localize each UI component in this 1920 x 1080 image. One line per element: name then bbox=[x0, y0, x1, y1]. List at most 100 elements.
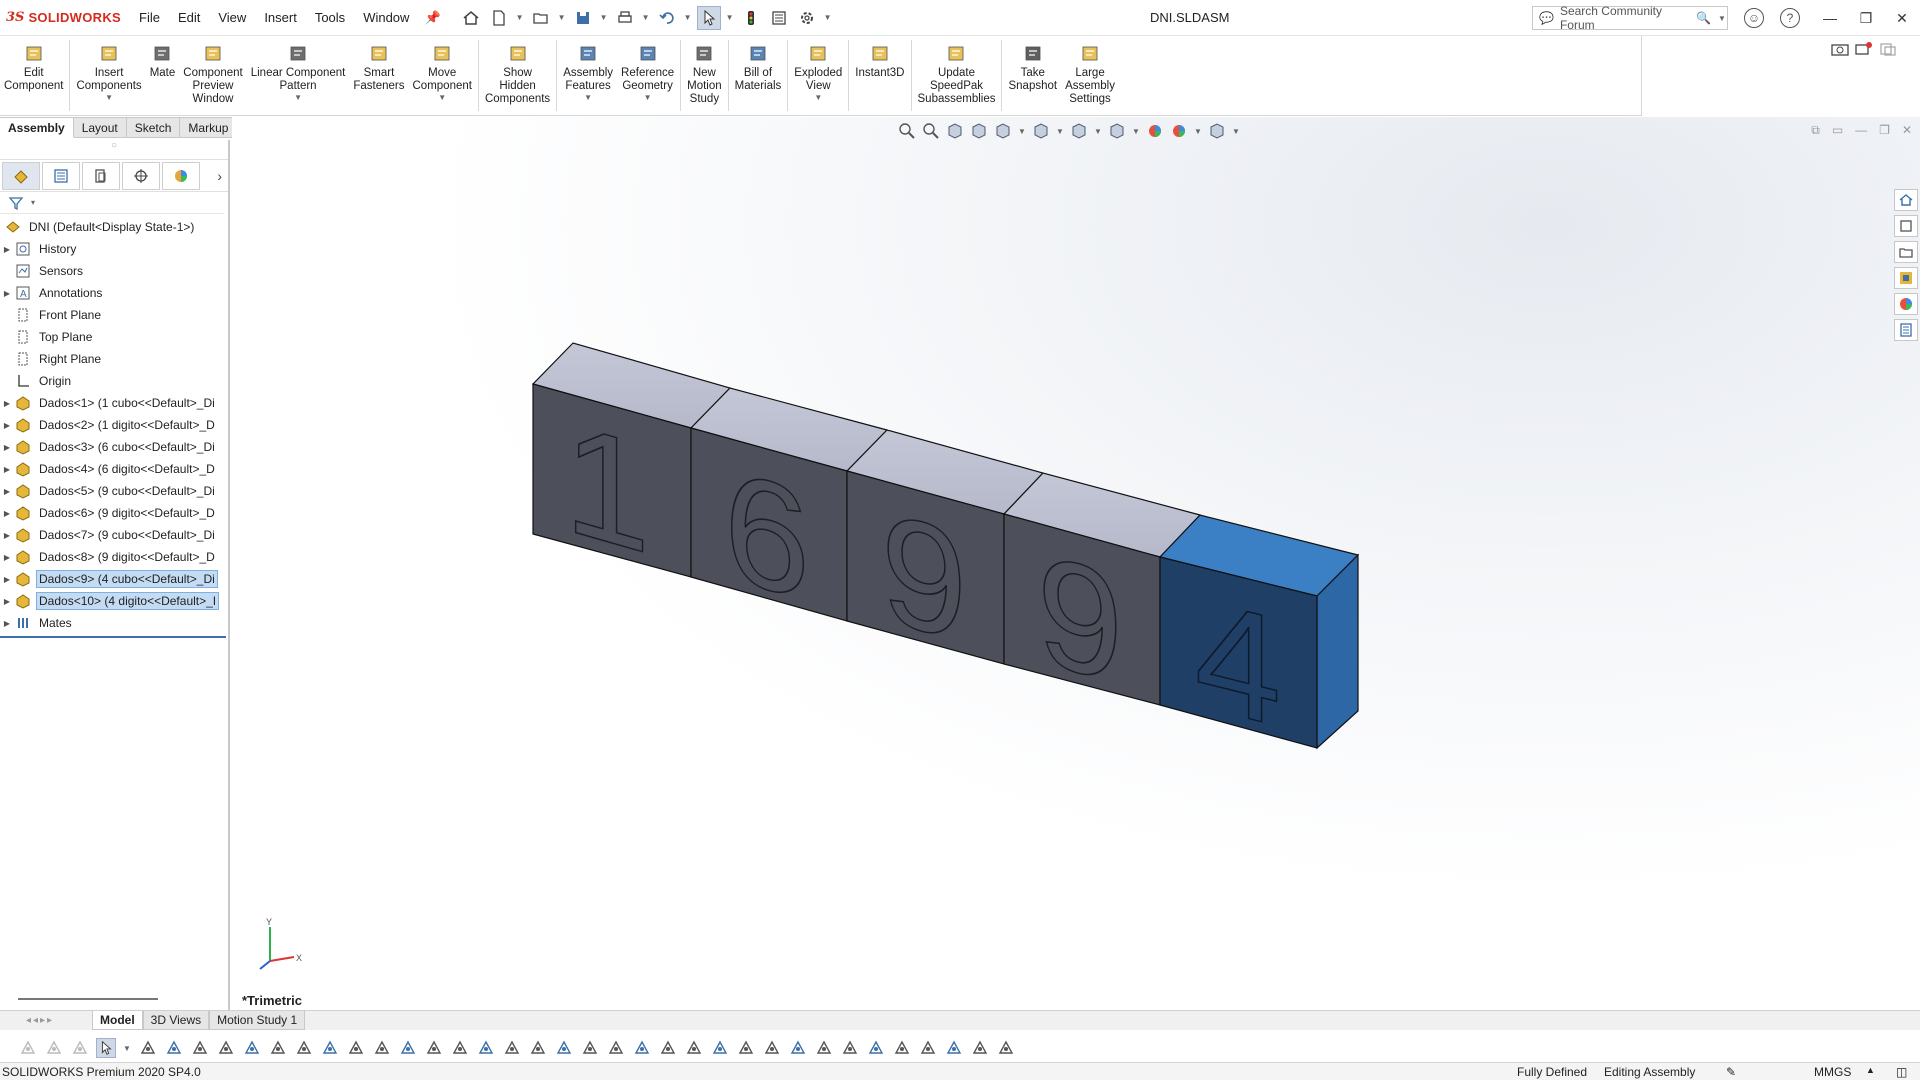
line-icon[interactable] bbox=[190, 1038, 210, 1058]
tree-item-front-plane[interactable]: Front Plane bbox=[0, 304, 228, 326]
text-icon[interactable] bbox=[762, 1038, 782, 1058]
cmd-insert-components-button[interactable]: Insert Components ▼ bbox=[72, 36, 145, 115]
rebuild-traffic-light-icon[interactable] bbox=[739, 6, 763, 30]
save-icon[interactable] bbox=[571, 6, 595, 30]
tree-item-dados-7-9-cubo-default-di[interactable]: ▶ Dados<7> (9 cubo<<Default>_Di bbox=[0, 524, 228, 546]
horizontal-scrollbar[interactable] bbox=[18, 998, 158, 1000]
filter-edges-icon[interactable] bbox=[44, 1038, 64, 1058]
expand-arrow-icon[interactable]: ▶ bbox=[0, 465, 14, 474]
smart-dimension-icon[interactable] bbox=[788, 1038, 808, 1058]
tree-item-dados-6-9-digito-default-d[interactable]: ▶ Dados<6> (9 digito<<Default>_D bbox=[0, 502, 228, 524]
expand-arrow-icon[interactable]: ▶ bbox=[0, 289, 14, 298]
cmd-dropdown-icon[interactable]: ▼ bbox=[294, 93, 302, 103]
cmd-dropdown-icon[interactable]: ▼ bbox=[814, 93, 822, 103]
pattern-icon[interactable] bbox=[398, 1038, 418, 1058]
tab-markup[interactable]: Markup bbox=[180, 117, 238, 138]
expand-arrow-icon[interactable]: ▶ bbox=[0, 597, 14, 606]
graphics-area[interactable]: ▼ ▼ ▼ ▼ ▼ ▼ ⧉ ▭ — ❐ ✕ 1 6 9 9 4 Y X *Tri… bbox=[232, 117, 1920, 1010]
revolve-icon[interactable] bbox=[294, 1038, 314, 1058]
select-pointer-icon[interactable] bbox=[96, 1038, 116, 1058]
expand-arrow-icon[interactable]: ▶ bbox=[0, 421, 14, 430]
property-manager-tab-icon[interactable] bbox=[42, 161, 80, 190]
menu-view[interactable]: View bbox=[209, 0, 255, 36]
cmd-bom-button[interactable]: Bill of Materials bbox=[731, 36, 786, 115]
smart-select-icon[interactable] bbox=[138, 1038, 158, 1058]
tree-item-sensors[interactable]: Sensors bbox=[0, 260, 228, 282]
select-dropdown-icon[interactable]: ▼ bbox=[122, 1044, 132, 1053]
tab-scroll-arrows-icon[interactable]: ◂◂▸▸ bbox=[0, 1015, 92, 1026]
help-icon[interactable]: ? bbox=[1780, 8, 1800, 28]
cmd-exploded-view-button[interactable]: Exploded View ▼ bbox=[790, 36, 846, 115]
tree-item-dados-10-4-digito-default-i[interactable]: ▶ Dados<10> (4 digito<<Default>_I bbox=[0, 590, 228, 612]
chamfer-icon[interactable] bbox=[424, 1038, 444, 1058]
plane-tool-icon[interactable] bbox=[242, 1038, 262, 1058]
search-dropdown-icon[interactable]: ▼ bbox=[1717, 14, 1727, 23]
cmd-mate-button[interactable]: Mate bbox=[146, 36, 180, 115]
collaboration-icon[interactable] bbox=[1878, 40, 1898, 58]
slot-icon[interactable] bbox=[892, 1038, 912, 1058]
open-dropdown-icon[interactable]: ▼ bbox=[557, 13, 567, 22]
filter-dropdown-icon[interactable]: ▾ bbox=[28, 198, 38, 207]
expand-arrow-icon[interactable]: ▶ bbox=[0, 487, 14, 496]
sweep-icon[interactable] bbox=[320, 1038, 340, 1058]
restore-icon[interactable]: ❐ bbox=[1848, 10, 1884, 27]
status-info-icon[interactable]: ◫ bbox=[1896, 1065, 1907, 1079]
point-icon[interactable] bbox=[164, 1038, 184, 1058]
snap-icon[interactable] bbox=[996, 1038, 1016, 1058]
tree-item-dados-1-1-cubo-default-di[interactable]: ▶ Dados<1> (1 cubo<<Default>_Di bbox=[0, 392, 228, 414]
file-properties-icon[interactable] bbox=[767, 6, 791, 30]
cmd-speedpak-button[interactable]: Update SpeedPak Subassemblies bbox=[914, 36, 1000, 115]
undo-icon[interactable] bbox=[655, 6, 679, 30]
search-icon[interactable]: 🔍 bbox=[1696, 11, 1711, 25]
tree-filter[interactable]: ▾ bbox=[0, 192, 224, 214]
cmd-dropdown-icon[interactable]: ▼ bbox=[644, 93, 652, 103]
new-document-icon[interactable] bbox=[487, 6, 511, 30]
expand-arrow-icon[interactable]: ▶ bbox=[0, 399, 14, 408]
camera-icon[interactable] bbox=[1830, 40, 1850, 58]
cmd-dropdown-icon[interactable]: ▼ bbox=[438, 93, 446, 103]
view-palette-icon[interactable] bbox=[1894, 267, 1918, 289]
expand-arrow-icon[interactable]: ▶ bbox=[0, 619, 14, 628]
menu-file[interactable]: File bbox=[130, 0, 169, 36]
scale-icon[interactable] bbox=[606, 1038, 626, 1058]
cmd-snapshot-button[interactable]: Take Snapshot bbox=[1004, 36, 1061, 115]
section-icon[interactable] bbox=[710, 1038, 730, 1058]
cmd-edit-component-button[interactable]: Edit Component bbox=[0, 36, 67, 115]
options-dropdown-icon[interactable]: ▼ bbox=[823, 13, 833, 22]
cube-5-selected[interactable]: 4 bbox=[1158, 514, 1360, 761]
more-tabs-chevron-icon[interactable]: › bbox=[217, 168, 222, 184]
minimize-icon[interactable]: — bbox=[1812, 10, 1848, 26]
units-dropdown-icon[interactable]: ▲ bbox=[1866, 1065, 1875, 1075]
fillet-icon[interactable] bbox=[372, 1038, 392, 1058]
options-gear-icon[interactable] bbox=[795, 6, 819, 30]
cmd-dropdown-icon[interactable]: ▼ bbox=[584, 93, 592, 103]
tree-item-dados-5-9-cubo-default-di[interactable]: ▶ Dados<5> (9 cubo<<Default>_Di bbox=[0, 480, 228, 502]
print-dropdown-icon[interactable]: ▼ bbox=[641, 13, 651, 22]
tab-motion-study-1[interactable]: Motion Study 1 bbox=[209, 1011, 306, 1030]
design-library-icon[interactable] bbox=[1894, 215, 1918, 237]
cmd-motion-study-button[interactable]: New Motion Study bbox=[683, 36, 726, 115]
cmd-smart-fasteners-button[interactable]: Smart Fasteners bbox=[349, 36, 408, 115]
status-units[interactable]: MMGS bbox=[1814, 1065, 1851, 1079]
tree-item-dados-3-6-cubo-default-di[interactable]: ▶ Dados<3> (6 cubo<<Default>_Di bbox=[0, 436, 228, 458]
cmd-move-component-button[interactable]: Move Component ▼ bbox=[409, 36, 476, 115]
spline-icon[interactable] bbox=[866, 1038, 886, 1058]
construction-icon[interactable] bbox=[944, 1038, 964, 1058]
tab-3d-views[interactable]: 3D Views bbox=[142, 1011, 210, 1030]
feature-tree-tab-icon[interactable] bbox=[2, 161, 40, 190]
curve-icon[interactable] bbox=[736, 1038, 756, 1058]
rotate-icon[interactable] bbox=[580, 1038, 600, 1058]
tab-sketch[interactable]: Sketch bbox=[126, 117, 181, 138]
close-icon[interactable]: ✕ bbox=[1884, 10, 1920, 27]
panel-resize-handle[interactable]: ○ bbox=[0, 140, 228, 160]
filter-faces-icon[interactable] bbox=[18, 1038, 38, 1058]
cmd-linear-pattern-button[interactable]: Linear Component Pattern ▼ bbox=[247, 36, 350, 115]
search-box[interactable]: 💬 Search Community Forum 🔍 ▼ bbox=[1532, 4, 1728, 32]
filter-toolbar-icon[interactable] bbox=[70, 1038, 90, 1058]
appearances-icon[interactable] bbox=[1894, 293, 1918, 315]
display-manager-tab-icon[interactable] bbox=[162, 161, 200, 190]
tree-root-assembly[interactable]: DNI (Default<Display State-1>) bbox=[0, 216, 228, 238]
convert-entities-icon[interactable] bbox=[528, 1038, 548, 1058]
cmd-reference-geometry-button[interactable]: Reference Geometry ▼ bbox=[617, 36, 678, 115]
print-icon[interactable] bbox=[613, 6, 637, 30]
